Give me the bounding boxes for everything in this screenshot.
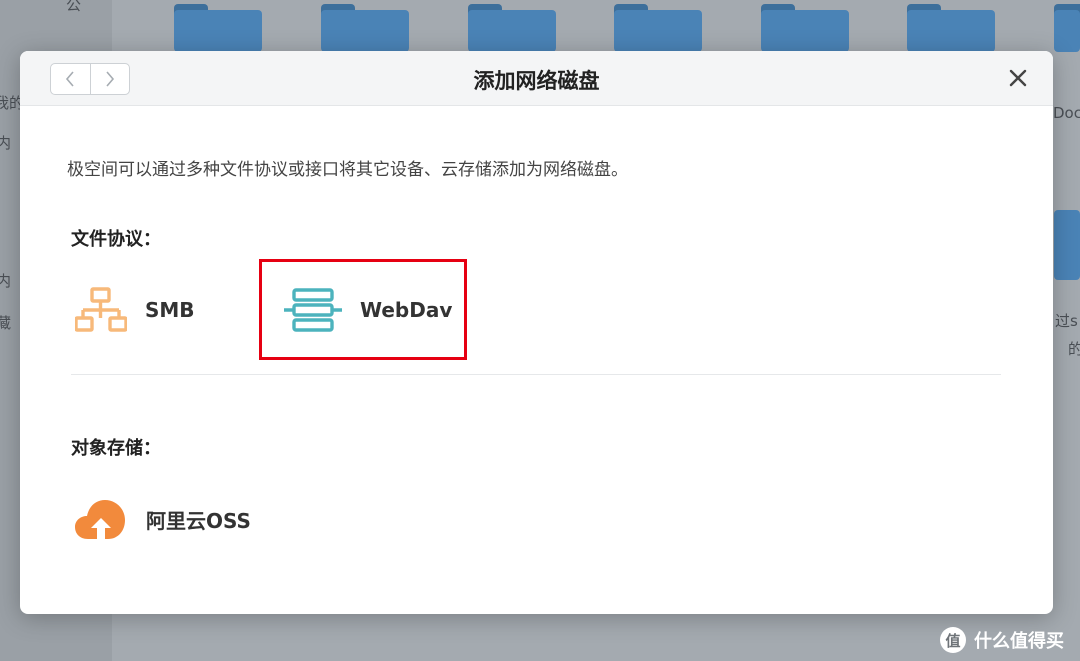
bg-folder-icon [1054, 4, 1080, 52]
watermark-logo-icon: 值 [940, 627, 966, 653]
close-icon [1009, 69, 1027, 87]
site-watermark: 值 什么值得买 [940, 627, 1064, 653]
object-storage-section-label: 对象存储： [71, 438, 161, 459]
aliyun-oss-option[interactable]: 阿里云OSS [74, 497, 251, 541]
section-divider [71, 374, 1001, 375]
aliyun-oss-option-label: 阿里云OSS [146, 508, 251, 533]
network-topology-icon [75, 287, 127, 332]
bg-sidebar-text: 藏 [0, 314, 12, 332]
dialog-header: 添加网络磁盘 [20, 51, 1053, 106]
bg-sidebar-text: 内 [0, 134, 12, 152]
dialog-title: 添加网络磁盘 [473, 69, 600, 93]
bg-sidebar-text: 公 [66, 0, 82, 14]
bg-folder-icon [468, 4, 556, 52]
webdav-highlight-box [259, 259, 467, 360]
dialog-intro-text: 极空间可以通过多种文件协议或接口将其它设备、云存储添加为网络磁盘。 [67, 160, 628, 180]
add-network-disk-dialog: 添加网络磁盘 极空间可以通过多种文件协议或接口将其它设备、云存储添加为网络磁盘。… [20, 51, 1053, 614]
file-protocol-section-label: 文件协议： [71, 229, 161, 250]
bg-right-text: 过s [1055, 312, 1078, 330]
bg-folder-icon [321, 4, 409, 52]
bg-right-text: 的 [1068, 340, 1080, 358]
bg-folder-icon [614, 4, 702, 52]
cloud-upload-icon [75, 500, 125, 539]
smb-option-label: SMB [145, 298, 195, 322]
bg-folder-icon [761, 4, 849, 52]
bg-sidebar-text: 内 [0, 272, 12, 290]
bg-folder-icon [174, 4, 262, 52]
bg-right-text: Doc [1053, 104, 1080, 122]
bg-folder-icon [907, 4, 995, 52]
close-button[interactable] [1005, 65, 1031, 91]
bg-folder-icon [1054, 210, 1080, 280]
watermark-text: 什么值得买 [974, 631, 1064, 652]
smb-option[interactable]: SMB [75, 286, 195, 334]
